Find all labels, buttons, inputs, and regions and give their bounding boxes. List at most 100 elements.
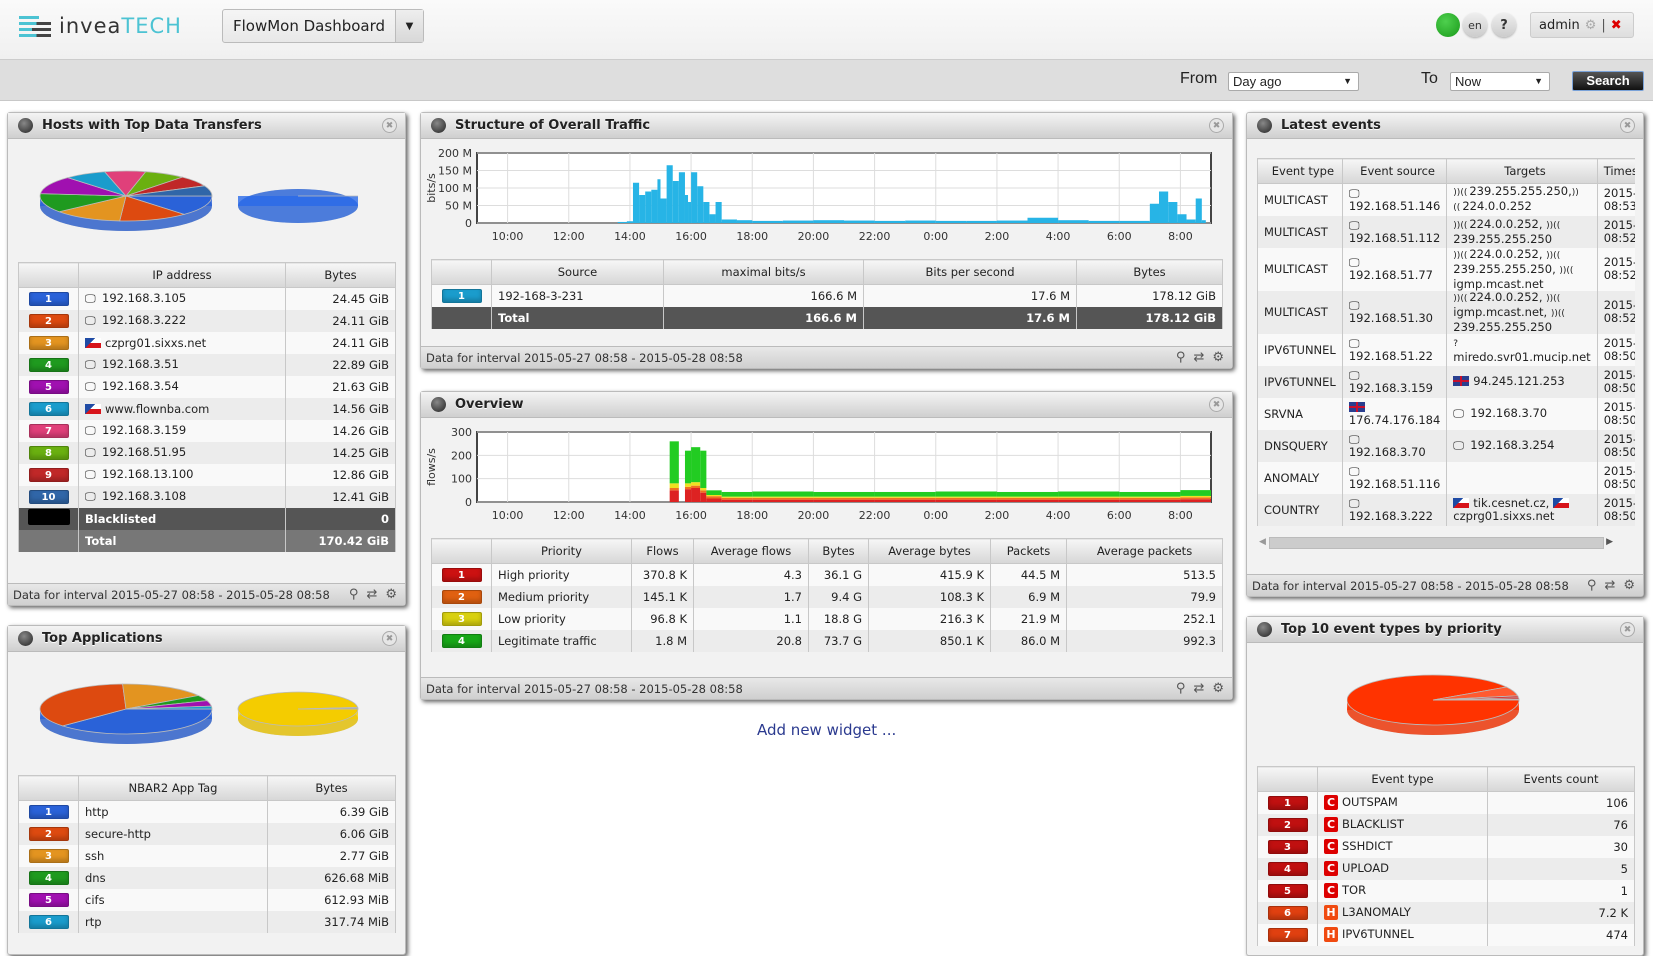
table-row[interactable]: ANOMALY🖵192.168.51.1162015-05-2808:50:00 <box>1257 461 1635 494</box>
event-source[interactable]: 192.168.51.116 <box>1349 477 1440 491</box>
widget-header[interactable]: Structure of Overall Traffic ✖ <box>421 113 1232 139</box>
event-target[interactable]: 192.168.3.254 <box>1470 438 1554 452</box>
table-row[interactable]: 1 192-168-3-231 166.6 M 17.6 M 178.12 Gi… <box>431 284 1223 307</box>
table-row[interactable]: 5 🖵 192.168.3.54 21.63 GiB <box>18 375 396 398</box>
widget-header[interactable]: Top Applications ✖ <box>8 626 405 652</box>
settings-icon[interactable]: ⚙ <box>1212 350 1224 365</box>
table-row[interactable]: 3 czprg01.sixxs.net 24.11 GiB <box>18 331 396 354</box>
settings-icon[interactable]: ⚙ <box>1212 681 1224 696</box>
table-row[interactable]: 2 Medium priority 145.1 K 1.7 9.4 G 108.3 K 6.… <box>431 585 1223 608</box>
table-row[interactable]: IPV6TUNNEL 🖵 192.168.3.159 94.245.121.253 20… <box>1257 365 1635 398</box>
settings-icon[interactable]: ⚙ <box>385 587 397 602</box>
table-row[interactable]: 7 🖵 192.168.3.159 14.26 GiB <box>18 419 396 442</box>
event-source[interactable]: 176.74.176.184 <box>1349 413 1440 427</box>
table-row[interactable]: DNSQUERY 🖵 192.168.3.70 🖵 192.168.3.254 2015-… <box>1257 429 1635 462</box>
refresh-icon[interactable]: ⇄ <box>366 587 377 602</box>
event-source[interactable]: 192.168.51.77 <box>1349 268 1433 282</box>
host-name[interactable]: 192.168.3.222 <box>102 313 186 327</box>
table-row[interactable]: MULTICAST 🖵 192.168.51.30))((224.0.0.252, … <box>1257 290 1635 334</box>
host-name[interactable]: 192.168.3.105 <box>102 291 186 305</box>
gear-icon[interactable]: ⚙ <box>1585 18 1597 33</box>
zoom-icon[interactable]: ⚲ <box>1176 681 1186 696</box>
event-source[interactable]: 192.168.3.222 <box>1349 509 1433 523</box>
zoom-icon[interactable]: ⚲ <box>1176 350 1186 365</box>
scroll-right-icon[interactable]: ▶ <box>1606 537 1613 547</box>
settings-icon[interactable]: ⚙ <box>1623 578 1635 593</box>
close-icon[interactable]: ✖ <box>1620 118 1635 133</box>
language-button[interactable]: en <box>1463 13 1487 37</box>
table-row[interactable]: 4 C UPLOAD 5 <box>1257 857 1635 880</box>
table-row[interactable]: 1 C OUTSPAM 106 <box>1257 791 1635 814</box>
table-row[interactable]: 2 secure-http 6.06 GiB <box>18 822 396 845</box>
table-row[interactable]: 1 High priority 370.8 K 4.3 36.1 G 415.9 K 44.… <box>431 563 1223 586</box>
widget-header[interactable]: Latest events ✖ <box>1247 113 1643 139</box>
table-row[interactable]: 3 Low priority 96.8 K 1.1 18.8 G 216.3 K 21.9 … <box>431 607 1223 630</box>
search-button[interactable]: Search <box>1572 71 1644 91</box>
event-target[interactable]: 192.168.3.70 <box>1470 406 1547 420</box>
horizontal-scrollbar[interactable]: ◀ ▶ <box>1257 536 1617 550</box>
zoom-icon[interactable]: ⚲ <box>1587 578 1597 593</box>
event-target[interactable]: tik.cesnet.cz, <box>1473 496 1553 510</box>
event-target[interactable]: czprg01.sixxs.net <box>1453 509 1554 523</box>
table-row[interactable]: MULTICAST 🖵 192.168.51.146))((239.255.255.… <box>1257 183 1635 216</box>
table-row[interactable]: 4 Legitimate traffic 1.8 M 20.8 73.7 G 850.1 … <box>431 629 1223 652</box>
event-source[interactable]: 192.168.3.159 <box>1349 381 1433 395</box>
host-name[interactable]: 192.168.3.51 <box>102 357 179 371</box>
widget-header[interactable]: Hosts with Top Data Transfers ✖ <box>8 113 405 139</box>
event-target[interactable]: 224.0.0.252 <box>1462 199 1532 213</box>
event-source[interactable]: 192.168.51.22 <box>1349 349 1433 363</box>
table-row[interactable]: 6 rtp 317.74 MiB <box>18 910 396 933</box>
host-name[interactable]: www.flownba.com <box>105 402 209 416</box>
host-name[interactable]: czprg01.sixxs.net <box>105 336 206 350</box>
user-menu[interactable]: admin ⚙ | ✖ <box>1530 12 1634 38</box>
close-icon[interactable]: ✖ <box>1209 397 1224 412</box>
table-row[interactable]: SRVNA 176.74.176.184 🖵 192.168.3.70 2015-05-… <box>1257 397 1635 430</box>
event-target[interactable]: miredo.svr01.mucip.net <box>1453 350 1590 364</box>
event-target[interactable]: igmp.mcast.net, <box>1453 305 1551 319</box>
table-row[interactable]: 3 C SSHDICT 30 <box>1257 835 1635 858</box>
table-row[interactable]: COUNTRY 🖵 192.168.3.222 tik.cesnet.cz, czpr… <box>1257 493 1635 526</box>
event-target[interactable]: 94.245.121.253 <box>1473 374 1564 388</box>
close-icon[interactable]: ✖ <box>1620 622 1635 637</box>
zoom-icon[interactable]: ⚲ <box>349 587 359 602</box>
host-name[interactable]: 192.168.3.159 <box>102 423 186 437</box>
table-row[interactable]: 2 🖵 192.168.3.222 24.11 GiB <box>18 309 396 332</box>
event-target[interactable]: 239.255.255.250, <box>1453 262 1559 276</box>
dashboard-select[interactable]: FlowMon Dashboard ▼ <box>222 9 424 43</box>
add-widget-link[interactable]: Add new widget ... <box>757 721 896 739</box>
host-name[interactable]: 192.168.3.54 <box>102 379 179 393</box>
from-select[interactable]: Day ago ▼ <box>1228 72 1359 91</box>
table-row[interactable]: 8 🖵 192.168.51.95 14.25 GiB <box>18 441 396 464</box>
table-row[interactable]: MULTICAST 🖵 192.168.51.112))((224.0.0.252,… <box>1257 215 1635 248</box>
table-row[interactable]: 6 www.flownba.com 14.56 GiB <box>18 397 396 420</box>
host-name[interactable]: 192.168.3.108 <box>102 489 186 503</box>
table-row[interactable]: 6 H L3ANOMALY 7.2 K <box>1257 901 1635 924</box>
table-row[interactable]: 9 🖵 192.168.13.100 12.86 GiB <box>18 463 396 486</box>
logout-icon[interactable]: ✖ <box>1611 18 1622 33</box>
close-icon[interactable]: ✖ <box>382 118 397 133</box>
event-target[interactable]: 224.0.0.252, <box>1469 247 1546 261</box>
event-source[interactable]: 192.168.51.146 <box>1349 199 1440 213</box>
widget-header[interactable]: Overview ✖ <box>421 392 1232 418</box>
table-row[interactable]: 5 cifs 612.93 MiB <box>18 888 396 911</box>
close-icon[interactable]: ✖ <box>382 631 397 646</box>
event-source[interactable]: 192.168.51.30 <box>1349 311 1433 325</box>
scroll-left-icon[interactable]: ◀ <box>1259 537 1266 547</box>
close-icon[interactable]: ✖ <box>1209 118 1224 133</box>
help-button[interactable]: ? <box>1492 13 1516 37</box>
chevron-down-icon[interactable]: ▼ <box>395 10 423 42</box>
event-source[interactable]: 192.168.51.112 <box>1349 231 1440 245</box>
scrollbar-thumb[interactable] <box>1269 537 1604 549</box>
event-target[interactable]: 224.0.0.252, <box>1469 217 1546 231</box>
event-target[interactable]: 239.255.255.250, <box>1469 184 1571 198</box>
refresh-icon[interactable]: ⇄ <box>1193 681 1204 696</box>
table-row[interactable]: IPV6TUNNEL 🖵 192.168.51.22 ? miredo.svr01.m… <box>1257 333 1635 366</box>
host-name[interactable]: 192.168.51.95 <box>102 445 186 459</box>
event-target[interactable]: igmp.mcast.net <box>1453 277 1543 291</box>
host-name[interactable]: 192.168.13.100 <box>102 467 193 481</box>
event-target[interactable]: 239.255.255.250 <box>1453 320 1552 334</box>
refresh-icon[interactable]: ⇄ <box>1604 578 1615 593</box>
table-row[interactable]: 7 H IPV6TUNNEL 474 <box>1257 923 1635 946</box>
event-target[interactable]: 224.0.0.252, <box>1469 290 1546 304</box>
table-row[interactable]: 1 🖵 192.168.3.105 24.45 GiB <box>18 287 396 310</box>
